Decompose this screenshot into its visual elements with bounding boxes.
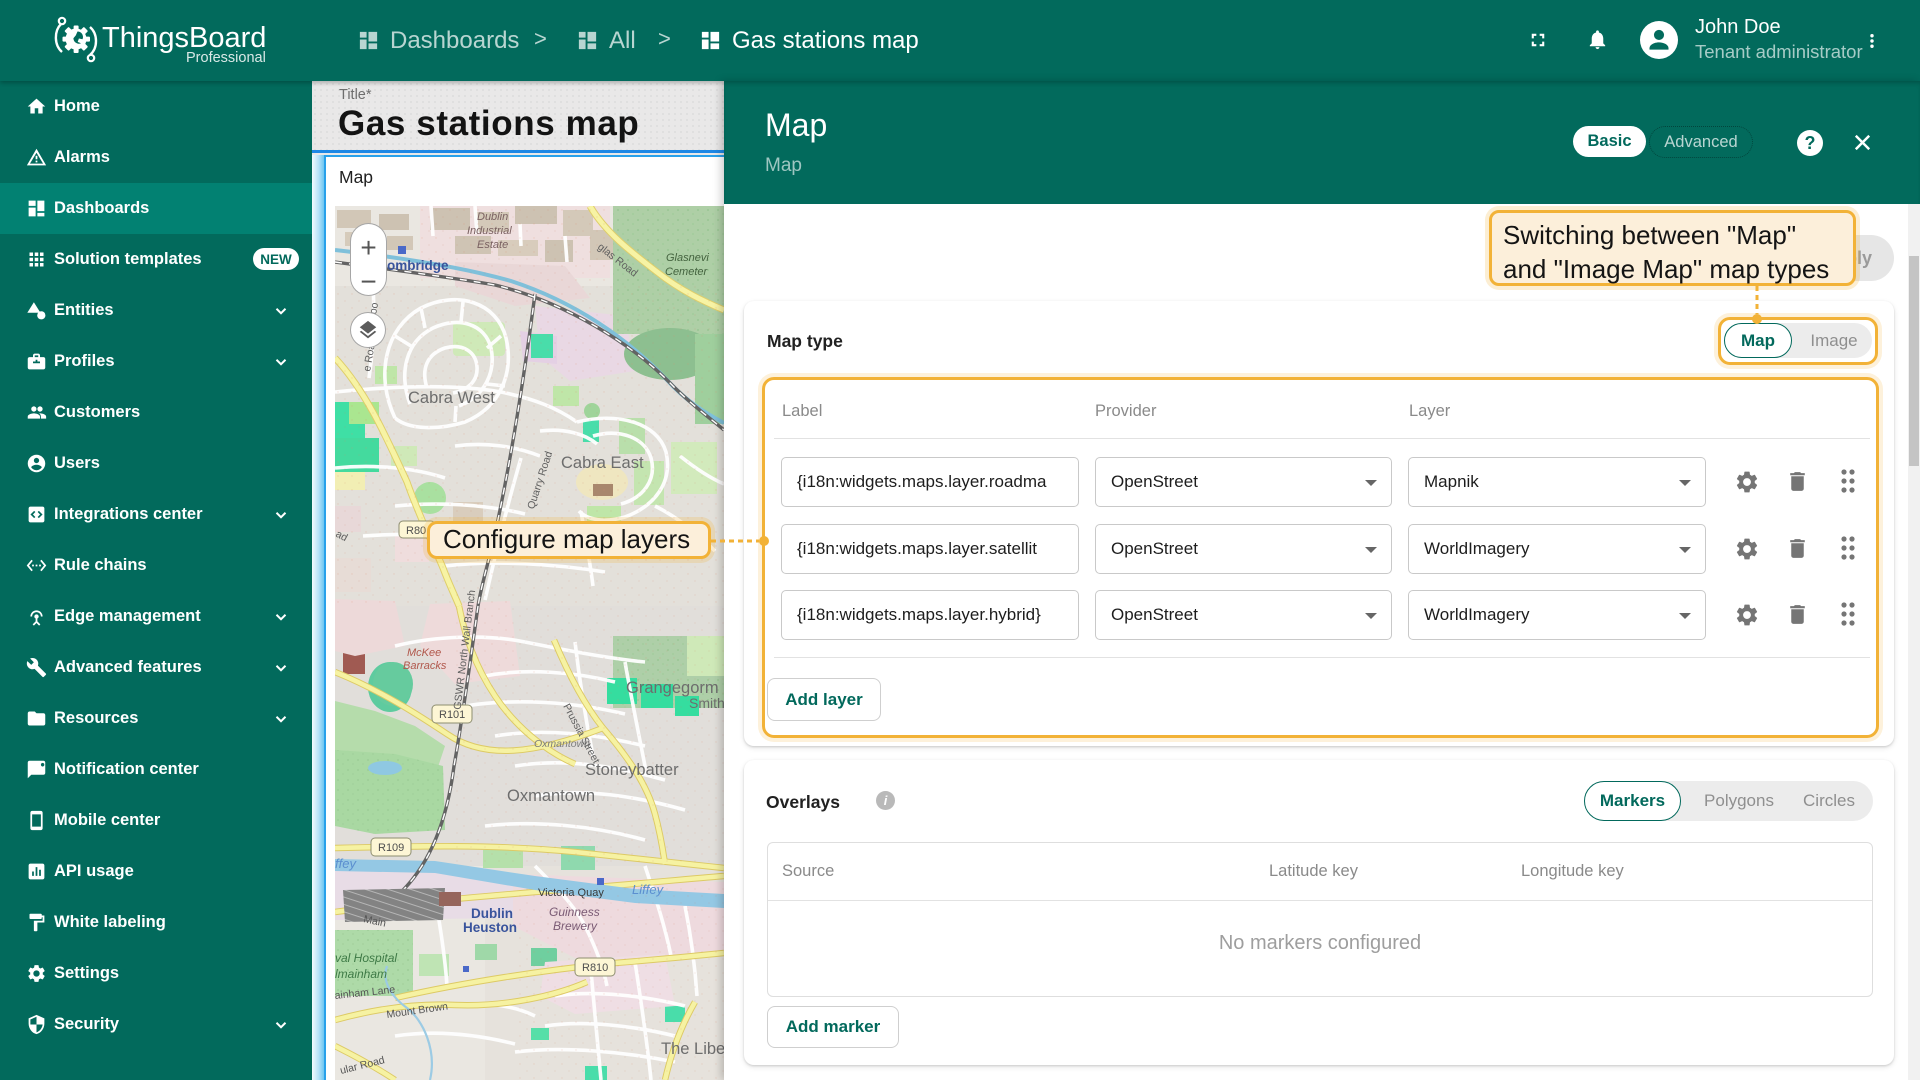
- svg-text:ffey: ffey: [335, 856, 357, 871]
- svg-text:R80: R80: [406, 525, 426, 537]
- svg-text:R109: R109: [378, 842, 404, 854]
- svg-text:Cabra West: Cabra West: [408, 389, 495, 407]
- svg-text:Dublin: Dublin: [477, 211, 508, 223]
- svg-text:Industrial: Industrial: [467, 225, 512, 237]
- svg-text:Cabra East: Cabra East: [561, 454, 644, 472]
- svg-text:Brewery: Brewery: [553, 919, 598, 933]
- svg-text:lmainham: lmainham: [335, 967, 387, 981]
- svg-text:Smithfie: Smithfie: [689, 695, 724, 711]
- svg-text:Victoria Quay: Victoria Quay: [538, 887, 604, 899]
- svg-text:Glasnevi: Glasnevi: [666, 252, 709, 264]
- svg-text:Cemeter: Cemeter: [665, 266, 709, 278]
- svg-text:Barracks: Barracks: [403, 660, 447, 672]
- svg-text:Dublin: Dublin: [471, 906, 513, 921]
- svg-text:McKee: McKee: [407, 647, 441, 659]
- svg-text:ombridge: ombridge: [387, 258, 449, 273]
- svg-text:Stoneybatter: Stoneybatter: [585, 761, 679, 779]
- svg-text:Heuston: Heuston: [463, 920, 517, 935]
- svg-text:R810: R810: [582, 962, 608, 974]
- svg-text:Liffey: Liffey: [632, 882, 665, 897]
- svg-text:The Libe: The Libe: [661, 1040, 724, 1058]
- svg-text:Guinness: Guinness: [549, 905, 600, 919]
- svg-text:Oxmantown: Oxmantown: [507, 787, 595, 805]
- svg-text:Estate: Estate: [477, 239, 508, 251]
- svg-text:val Hospital: val Hospital: [335, 951, 397, 965]
